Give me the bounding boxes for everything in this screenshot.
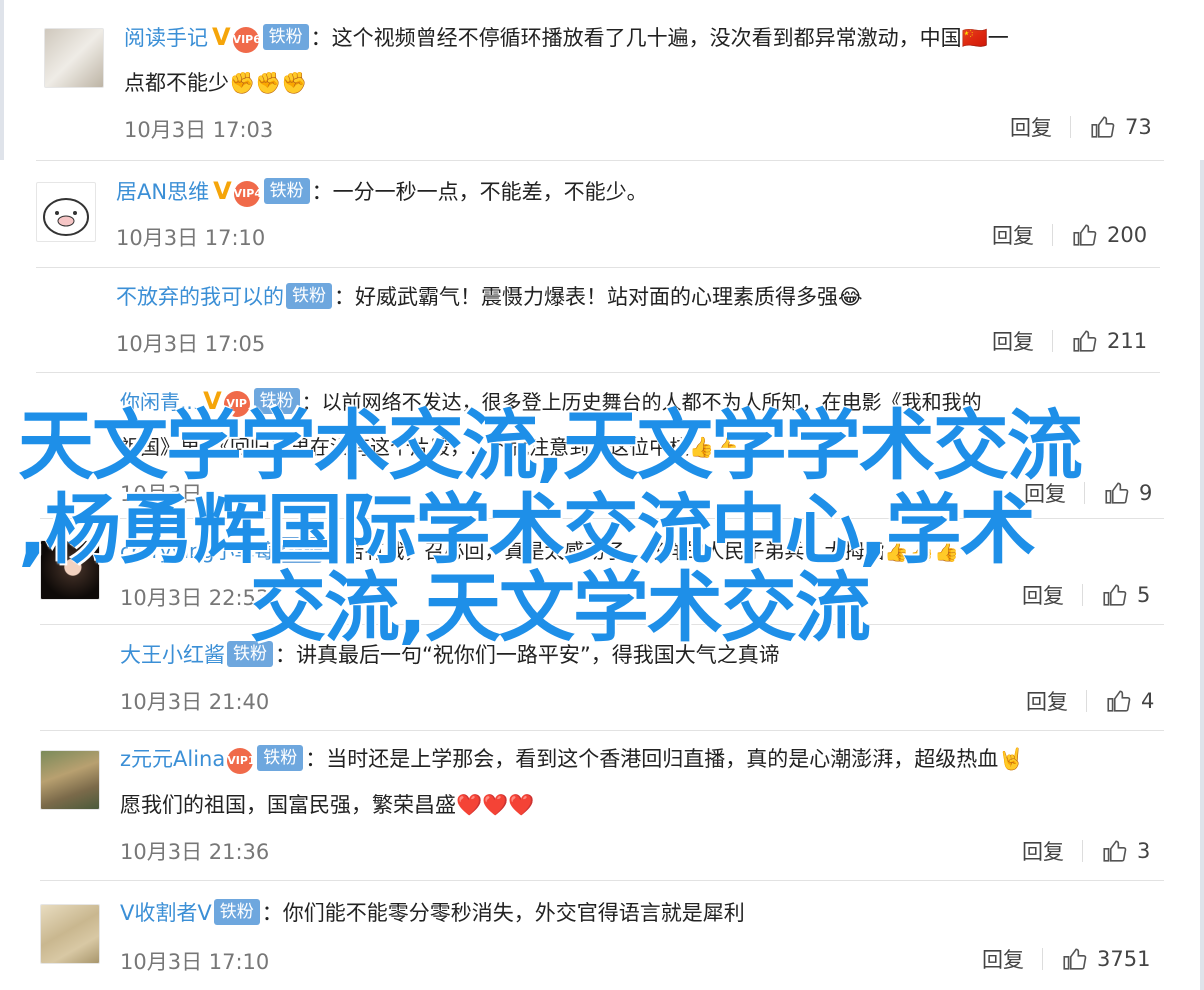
comment-body: ：一分一秒一点，不能差，不能少。 [311, 180, 648, 204]
thumb-up-icon[interactable] [1105, 688, 1131, 714]
comment-body: ：好威武霸气！震慑力爆表！站对面的心理素质得多强😂 [334, 285, 863, 309]
divider [40, 730, 1164, 731]
avatar[interactable] [36, 182, 96, 242]
comment-text: chrryying小草莓 铁粉 ：若有战，召必回，真是太感动了，好样的人民子弟兵！大… [120, 528, 959, 574]
comment-body: ：当时还是上学那会，看到这个香港回归直播，真的是心潮澎湃，超级热血🤘 [305, 747, 1025, 771]
thumb-up-icon[interactable] [1071, 328, 1097, 354]
fan-badge: 铁粉 [286, 283, 332, 309]
fan-badge: 铁粉 [257, 745, 304, 771]
right-scroll-edge [1200, 160, 1204, 990]
comment-text: V收割者V 铁粉 ：你们能不能零分零秒消失，外交官得语言就是犀利 [120, 890, 745, 936]
thumb-up-icon[interactable] [1101, 582, 1127, 608]
timestamp: 10月3日 17:05 [116, 332, 266, 356]
comment-text: 大王小红酱 铁粉 ：讲真最后一句“祝你们一路平安”，得我国大气之真谛 [120, 632, 780, 678]
fan-badge: 铁粉 [253, 388, 300, 414]
divider [36, 372, 1160, 373]
like-count: 3 [1137, 839, 1151, 863]
timestamp: 10月3日 17:10 [120, 950, 270, 974]
username[interactable]: 阅读手记 [124, 26, 208, 50]
avatar[interactable] [40, 904, 100, 964]
comment-actions: 回复 3751 [982, 944, 1150, 974]
thumb-up-icon[interactable] [1061, 946, 1087, 972]
timestamp: 10月3日 17:03 [124, 118, 274, 142]
username[interactable]: 大王小红酱 [120, 643, 225, 667]
left-scroll-edge [0, 0, 4, 160]
comment-text-line2: 祖国》里，《回归》里在没有这个片段，...下就注意到了这位中校👍👍👍 [120, 435, 764, 459]
username[interactable]: z元元Alina [120, 747, 225, 771]
timestamp: 10月3日 17:10 [116, 226, 266, 250]
reply-button[interactable]: 回复 [982, 944, 1024, 974]
reply-button[interactable]: 回复 [992, 220, 1034, 250]
avatar[interactable] [40, 540, 100, 600]
thumb-up-icon[interactable] [1071, 222, 1097, 248]
vip-icon: VIP6 [232, 27, 261, 53]
comment-text: 阅读手记 V VIP6 铁粉 ：这个视频曾经不停循环播放看了几十遍，没次看到都异常激动，… [124, 14, 1009, 61]
comment-actions: 回复 211 [992, 326, 1147, 356]
like-count: 211 [1107, 329, 1148, 353]
like-count: 200 [1107, 223, 1148, 247]
username[interactable]: V收割者V [120, 901, 212, 925]
comment-text: 你闲青... V VIP 铁粉 ：以前网络不发达，很多登上历史舞台的人都不为人所知，在电… [120, 378, 982, 425]
vip-icon: VIP [223, 391, 250, 417]
comment-actions: 回复 9 [1024, 478, 1152, 508]
like-count: 4 [1141, 689, 1155, 713]
vip-icon: VIP1 [227, 748, 256, 774]
reply-button[interactable]: 回复 [992, 326, 1034, 356]
reply-button[interactable]: 回复 [1022, 836, 1064, 866]
username[interactable]: 不放弃的我可以的 [116, 285, 284, 309]
comment-body: ：讲真最后一句“祝你们一路平安”，得我国大气之真谛 [275, 643, 780, 667]
avatar[interactable] [44, 28, 104, 88]
fan-badge: 铁粉 [263, 178, 310, 204]
comment-body: ：若有战，召必回，真是太感动了，好样的人民子弟兵！大拇指👍👍👍 [324, 539, 960, 563]
verified-v-icon: V [213, 177, 232, 205]
comment-text: z元元Alina VIP1 铁粉 ：当时还是上学那会，看到这个香港回归直播，真的是心潮… [120, 736, 1024, 782]
divider [36, 267, 1160, 268]
comment-actions: 回复 5 [1022, 580, 1150, 610]
thumb-up-icon[interactable] [1089, 114, 1115, 140]
comment-body: ：以前网络不发达，很多登上历史舞台的人都不为人所知，在电影《我和我的 [301, 390, 982, 414]
reply-button[interactable]: 回复 [1024, 478, 1066, 508]
divider [40, 624, 1164, 625]
fan-badge: 铁粉 [227, 641, 273, 667]
divider [40, 518, 1164, 519]
fan-badge: 铁粉 [276, 537, 323, 563]
fan-badge: 铁粉 [213, 899, 260, 925]
comment-actions: 回复 3 [1022, 836, 1150, 866]
comment-text-line2: 点都不能少✊✊✊ [124, 71, 308, 95]
comment-body: ：你们能不能零分零秒消失，外交官得语言就是犀利 [261, 901, 745, 925]
timestamp: 10月3日 22:53 [120, 586, 270, 610]
username[interactable]: chrryying小草莓 [120, 539, 274, 563]
like-count: 9 [1139, 481, 1153, 505]
thumb-up-icon[interactable] [1103, 480, 1129, 506]
like-count: 73 [1125, 115, 1152, 139]
comment-text: 不放弃的我可以的 铁粉 ：好威武霸气！震慑力爆表！站对面的心理素质得多强😂 [116, 274, 863, 320]
verified-v-icon: V [203, 387, 222, 415]
reply-button[interactable]: 回复 [1022, 580, 1064, 610]
like-count: 5 [1137, 583, 1151, 607]
comment-body: ：这个视频曾经不停循环播放看了几十遍，没次看到都异常激动，中国🇨🇳一 [310, 26, 1009, 50]
timestamp: 10月3日 21:36 [120, 840, 270, 864]
comment-actions: 回复 200 [992, 220, 1147, 250]
comment-text-line2: 愿我们的祖国，国富民强，繁荣昌盛❤️❤️❤️ [120, 793, 535, 817]
comment-text: 居AN思维 V VIP4 铁粉 ：一分一秒一点，不能差，不能少。 [116, 168, 648, 215]
like-count: 3751 [1097, 947, 1151, 971]
timestamp: 10月3日 21:40 [120, 690, 270, 714]
reply-button[interactable]: 回复 [1010, 112, 1052, 142]
avatar[interactable] [40, 750, 100, 810]
username[interactable]: 你闲青... [120, 390, 199, 414]
comment-actions: 回复 4 [1026, 686, 1154, 716]
username[interactable]: 居AN思维 [116, 180, 209, 204]
vip-icon: VIP4 [233, 181, 262, 207]
comment-actions: 回复 73 [1010, 112, 1152, 142]
divider [40, 880, 1164, 881]
verified-v-icon: V [212, 23, 231, 51]
reply-button[interactable]: 回复 [1026, 686, 1068, 716]
fan-badge: 铁粉 [262, 24, 309, 50]
timestamp: 10月3日 ... [120, 482, 229, 506]
divider [36, 160, 1164, 161]
thumb-up-icon[interactable] [1101, 838, 1127, 864]
